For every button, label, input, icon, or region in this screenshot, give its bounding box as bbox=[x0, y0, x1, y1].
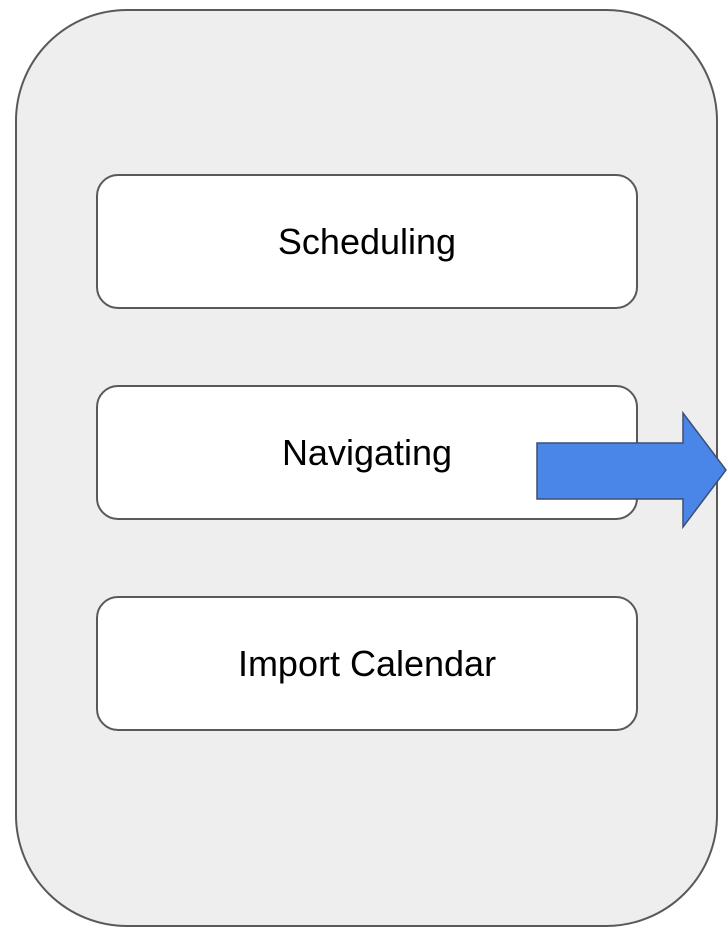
scheduling-label: Scheduling bbox=[277, 220, 457, 262]
scheduling-button[interactable]: Scheduling bbox=[96, 174, 638, 309]
import-calendar-button[interactable]: Import Calendar bbox=[96, 596, 638, 731]
right-arrow-shape bbox=[536, 410, 727, 530]
right-arrow-icon bbox=[536, 410, 727, 530]
import-calendar-label: Import Calendar bbox=[237, 642, 497, 684]
navigating-label: Navigating bbox=[281, 431, 453, 473]
